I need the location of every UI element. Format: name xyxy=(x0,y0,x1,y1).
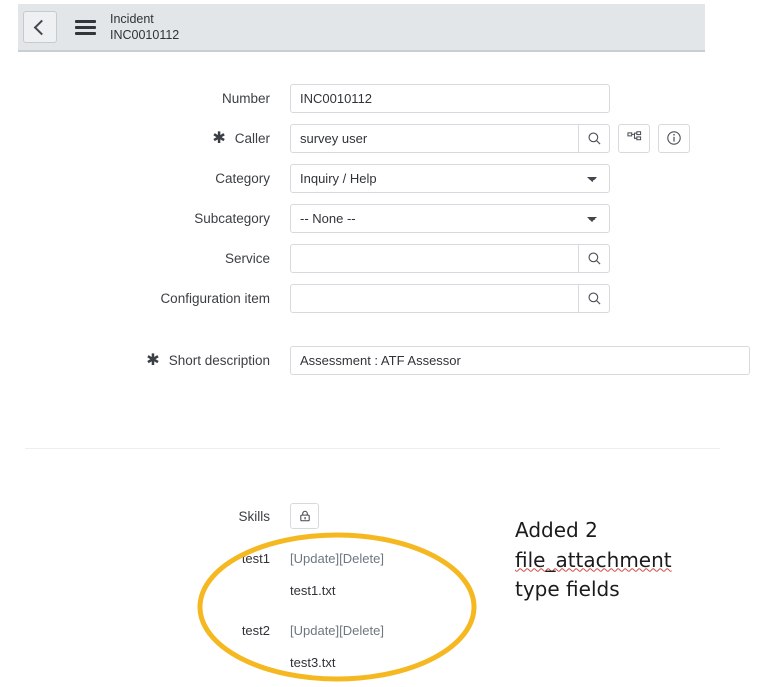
attachment-actions[interactable]: [Update][Delete] xyxy=(290,623,384,638)
hamburger-icon[interactable] xyxy=(75,19,96,35)
attachment-field-name: test1 xyxy=(241,550,270,566)
number-input[interactable] xyxy=(290,83,610,113)
configuration-item-search-button[interactable] xyxy=(578,283,610,313)
field-control-service xyxy=(290,243,610,273)
hamburger-line xyxy=(75,19,96,23)
required-asterisk-icon: ✱ xyxy=(146,350,160,369)
field-control-subcategory: -- None -- xyxy=(290,203,610,233)
attachment-actions[interactable]: [Update][Delete] xyxy=(290,551,384,566)
field-label-caller-text: Caller xyxy=(234,130,270,146)
field-label-configuration-item: Configuration item xyxy=(160,290,270,306)
caller-hierarchy-button[interactable] xyxy=(618,123,650,153)
hierarchy-icon xyxy=(626,130,641,140)
field-label-short-description: ✱ Short description xyxy=(0,352,290,368)
attachment-file-row: test3.txt xyxy=(0,646,767,678)
field-label-skills: Skills xyxy=(238,508,270,524)
field-label-service: Service xyxy=(224,250,270,266)
back-button[interactable] xyxy=(23,11,57,43)
service-input[interactable] xyxy=(290,243,578,273)
field-row-number: Number xyxy=(0,78,767,118)
field-control-short-description xyxy=(290,345,750,375)
incident-form: Number ✱ Caller xyxy=(0,78,767,380)
service-search-button[interactable] xyxy=(578,243,610,273)
annotation-line-1: Added 2 xyxy=(515,518,598,542)
form-gap xyxy=(0,318,767,340)
attachment-file-name[interactable]: test1.txt xyxy=(290,583,336,598)
category-select[interactable]: Inquiry / Help xyxy=(290,163,610,193)
skills-lock-button[interactable] xyxy=(290,503,319,529)
subcategory-select[interactable]: -- None -- xyxy=(290,203,610,233)
record-number-label: INC0010112 xyxy=(110,28,180,42)
field-row-short-description: ✱ Short description xyxy=(0,340,767,380)
caller-info-button[interactable] xyxy=(658,123,690,153)
field-control-configuration-item xyxy=(290,283,610,313)
caller-search-button[interactable] xyxy=(578,123,610,153)
hamburger-line xyxy=(75,31,96,35)
field-label-category: Category xyxy=(215,170,270,186)
field-control-number xyxy=(290,83,610,113)
configuration-item-input[interactable] xyxy=(290,283,578,313)
record-type-label: Incident xyxy=(110,12,154,26)
annotation-callout: Added 2 file_attachment type fields xyxy=(515,516,755,605)
chevron-left-icon xyxy=(33,19,50,35)
caller-input[interactable] xyxy=(290,123,578,153)
info-icon xyxy=(667,131,681,145)
search-icon xyxy=(588,132,601,145)
attachments-gap xyxy=(0,606,767,614)
field-row-category: Category Inquiry / Help xyxy=(0,158,767,198)
annotation-line-3: type fields xyxy=(515,577,620,602)
lock-icon xyxy=(299,510,310,522)
hamburger-line xyxy=(75,25,96,29)
section-divider xyxy=(25,448,720,449)
field-control-caller xyxy=(290,123,690,153)
attachment-row: test2 [Update][Delete] xyxy=(0,614,767,646)
field-row-caller: ✱ Caller xyxy=(0,118,767,158)
field-row-configuration-item: Configuration item xyxy=(0,278,767,318)
annotation-line-2: file_attachment xyxy=(515,547,672,572)
search-icon xyxy=(588,292,601,305)
search-icon xyxy=(588,252,601,265)
record-title-block: Incident INC0010112 xyxy=(110,11,179,43)
field-label-caller: ✱ Caller xyxy=(0,130,290,146)
field-row-subcategory: Subcategory -- None -- xyxy=(0,198,767,238)
attachment-file-name[interactable]: test3.txt xyxy=(290,655,336,670)
field-label-short-description-text: Short description xyxy=(168,352,270,368)
field-label-number: Number xyxy=(221,90,270,106)
required-asterisk-icon: ✱ xyxy=(212,128,226,147)
record-header-bar: Incident INC0010112 xyxy=(18,4,705,52)
field-label-subcategory: Subcategory xyxy=(194,210,270,226)
short-description-input[interactable] xyxy=(290,345,750,375)
attachment-field-name: test2 xyxy=(241,622,270,638)
field-row-service: Service xyxy=(0,238,767,278)
field-control-category: Inquiry / Help xyxy=(290,163,610,193)
